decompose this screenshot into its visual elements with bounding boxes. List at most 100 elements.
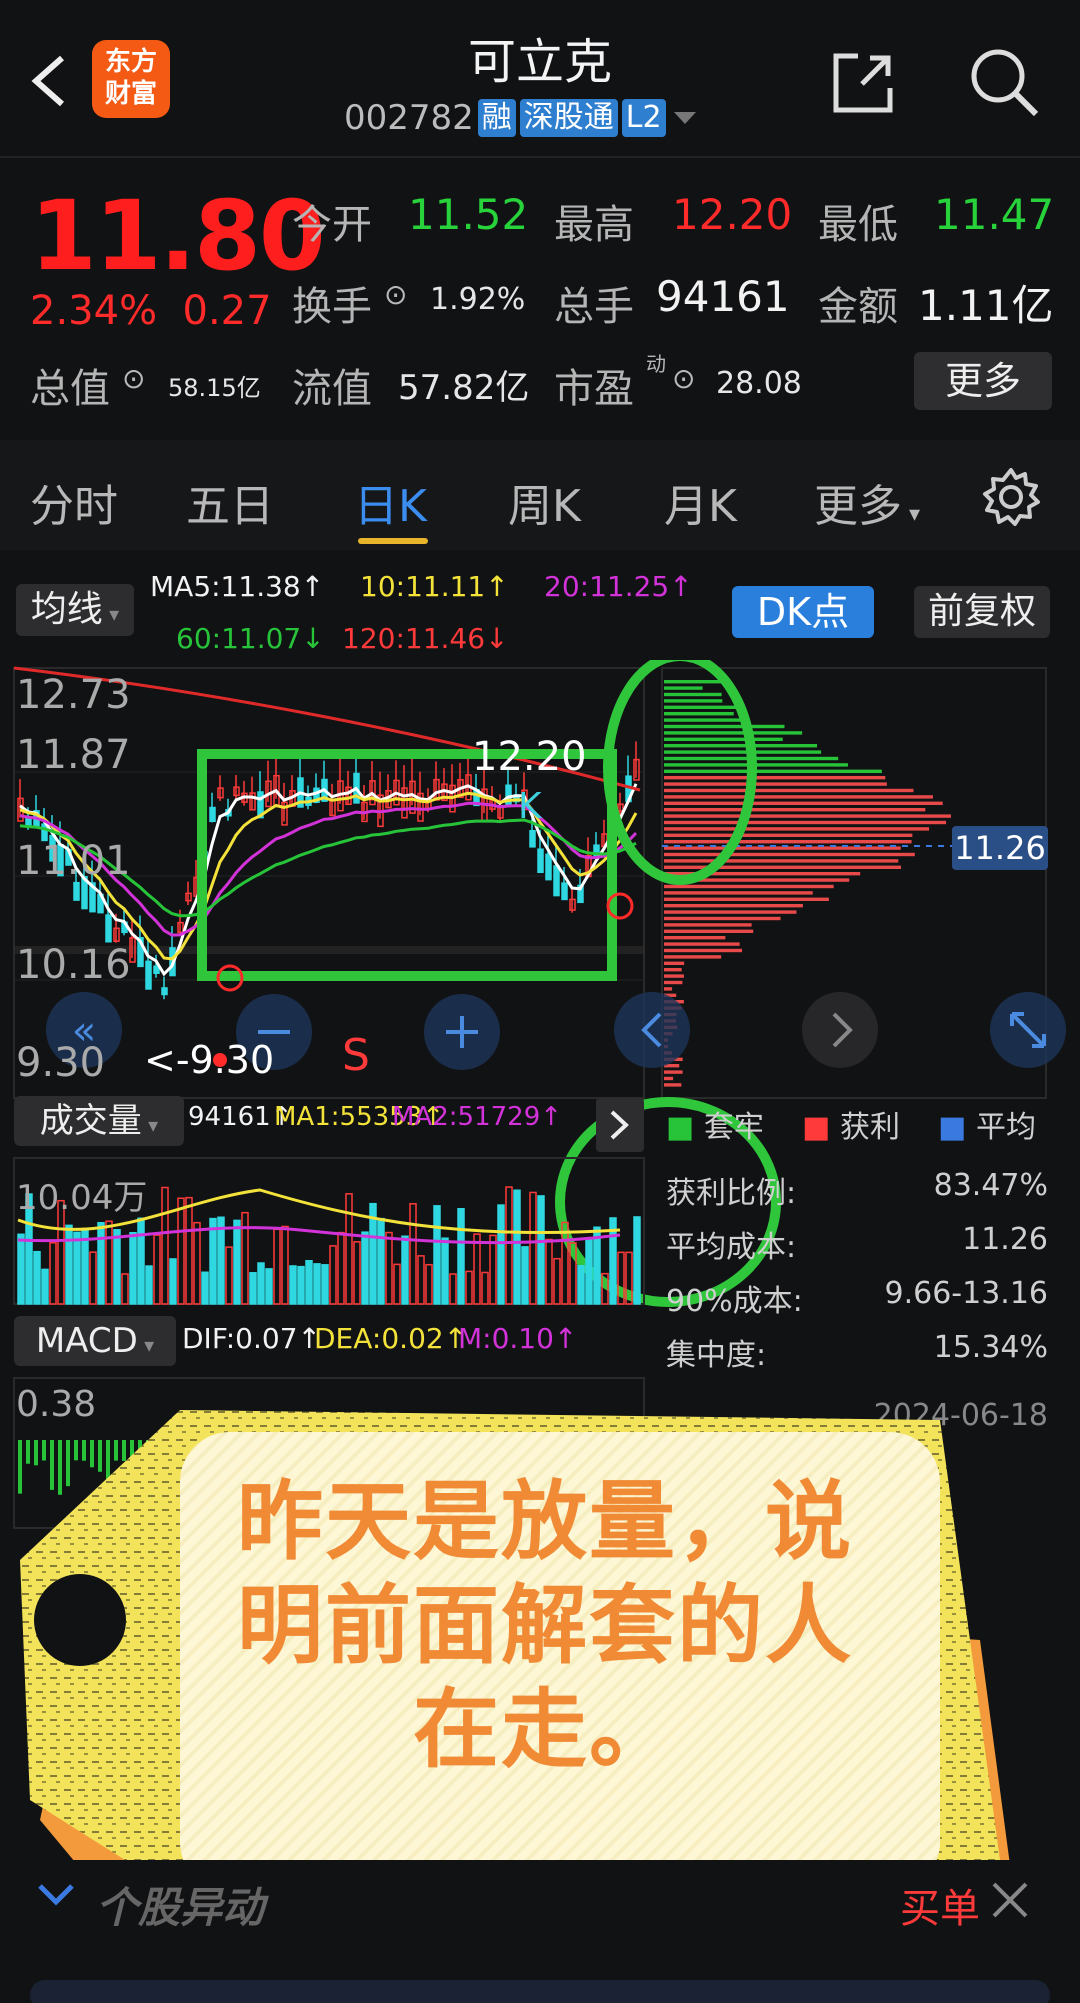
chip-bar (664, 961, 685, 965)
candle (73, 881, 80, 901)
high-value: 12.20 (672, 190, 793, 239)
volume-bar (585, 1239, 593, 1305)
tab-intraday[interactable]: 分时 (30, 470, 118, 534)
chip-bar (664, 776, 886, 780)
volume-bar (105, 1220, 113, 1305)
tab-monthly-k[interactable]: 月K (664, 470, 737, 534)
amount-label: 金额 (818, 284, 898, 330)
volume-bar (265, 1268, 273, 1305)
volume-bar (137, 1217, 145, 1305)
avg-cost-tag: 11.26 (952, 826, 1048, 870)
dk-point-button[interactable]: DK点 (732, 586, 874, 638)
chip-row-value: 9.66-13.16 (884, 1276, 1048, 1311)
volume-bar (49, 1242, 57, 1305)
y-tick: 10.16 (16, 942, 131, 988)
volume-bar (521, 1246, 529, 1305)
chip-row-value: 15.34% (933, 1330, 1048, 1365)
volume-bar (177, 1197, 185, 1305)
volume-bar (201, 1271, 209, 1305)
volume-bar (289, 1265, 297, 1305)
stock-code: 002782 (344, 98, 474, 138)
tag-connect: 深股通 (519, 99, 618, 137)
price-change: 2.34% 0.27 (30, 288, 272, 334)
chip-bar (664, 769, 882, 773)
volume-bar (425, 1263, 433, 1305)
chip-bar (664, 1070, 683, 1074)
volume-bar (233, 1219, 241, 1305)
ma-selector[interactable]: 均线 ▾ (16, 584, 134, 636)
volume-bar (305, 1260, 313, 1305)
volume-bar (393, 1263, 401, 1305)
alert-label[interactable]: 个股异动 (96, 1874, 264, 1935)
macd-selector[interactable]: MACD ▾ (14, 1316, 176, 1366)
chip-bar (664, 916, 781, 921)
chip-bar (664, 852, 915, 857)
stock-code-row[interactable]: 002782 融 深股通 L2 (344, 98, 700, 138)
chip-bar (664, 686, 703, 690)
volume-bar (169, 1258, 177, 1305)
volume-bar (345, 1193, 353, 1305)
chip-bar (664, 750, 822, 754)
chip-bar (664, 692, 722, 697)
chip-bar (664, 833, 913, 837)
info-icon[interactable]: ⊙ (672, 362, 695, 395)
pe-label: 市盈 (554, 366, 634, 412)
prev-icon[interactable] (614, 992, 690, 1068)
volume-bar (185, 1196, 193, 1305)
volume-bar (497, 1204, 505, 1305)
volume-selector[interactable]: 成交量 ▾ (14, 1096, 184, 1146)
candle (545, 853, 552, 881)
pe-dynamic-mark: 动 (646, 352, 666, 376)
bottom-panel-edge (30, 1980, 1050, 2003)
chip-bar (664, 884, 834, 889)
vol-ymax: 10.04万 (16, 1178, 148, 1218)
volume-bar (41, 1268, 49, 1305)
chip-row-key: 集中度: (666, 1338, 767, 1373)
tab-daily-k[interactable]: 日K (354, 470, 427, 534)
volume-bar (257, 1262, 265, 1305)
search-icon[interactable] (966, 44, 1042, 124)
low-label: 最低 (818, 202, 898, 248)
chevron-down-icon[interactable] (34, 1880, 78, 1914)
volume-bar (217, 1216, 225, 1305)
settings-gear-icon[interactable] (980, 466, 1042, 532)
volume-bar (313, 1263, 321, 1305)
volume-bar (481, 1271, 489, 1305)
candle (529, 829, 536, 848)
volume-bar (121, 1273, 129, 1305)
chip-bar (664, 974, 684, 978)
volume-bar (577, 1265, 585, 1305)
macd-dea: DEA:0.02↑ (314, 1322, 468, 1355)
macd-m: M:0.10↑ (458, 1322, 578, 1355)
share-icon[interactable] (828, 48, 898, 122)
volume-bar (377, 1217, 385, 1305)
volume-bar (193, 1221, 201, 1305)
chip-bar (664, 718, 749, 722)
expand-panel-button[interactable] (596, 1098, 644, 1152)
tab-weekly-k[interactable]: 周K (508, 470, 581, 534)
more-quote-button[interactable]: 更多 (914, 352, 1052, 410)
chip-bar (664, 744, 818, 748)
volume-bar (385, 1231, 393, 1305)
adjust-forward-button[interactable]: 前复权 (914, 586, 1050, 638)
chip-bar (664, 801, 943, 805)
close-icon[interactable] (988, 1878, 1032, 1926)
amount-value: 1.11亿 (918, 281, 1054, 330)
sticker-hole (34, 1574, 126, 1666)
low-marker: <-9.30 (144, 1038, 275, 1082)
pe-value: 28.08 (716, 366, 802, 401)
turnover-value: 1.92% (430, 282, 526, 317)
stock-name: 可立克 (467, 34, 612, 90)
candle (209, 806, 216, 823)
volume-bar (17, 1233, 25, 1305)
next-icon[interactable] (802, 992, 878, 1068)
info-icon[interactable]: ⊙ (384, 278, 407, 311)
chip-bar (664, 724, 785, 729)
chip-bar (664, 788, 914, 793)
vol-ma2: MA2:51729↑ (392, 1102, 563, 1132)
tab-more[interactable]: 更多 ▾ (814, 470, 920, 534)
info-icon[interactable]: ⊙ (122, 362, 145, 395)
chip-bar (664, 808, 926, 812)
volume-bar (89, 1251, 97, 1305)
tab-5day[interactable]: 五日 (186, 470, 274, 534)
